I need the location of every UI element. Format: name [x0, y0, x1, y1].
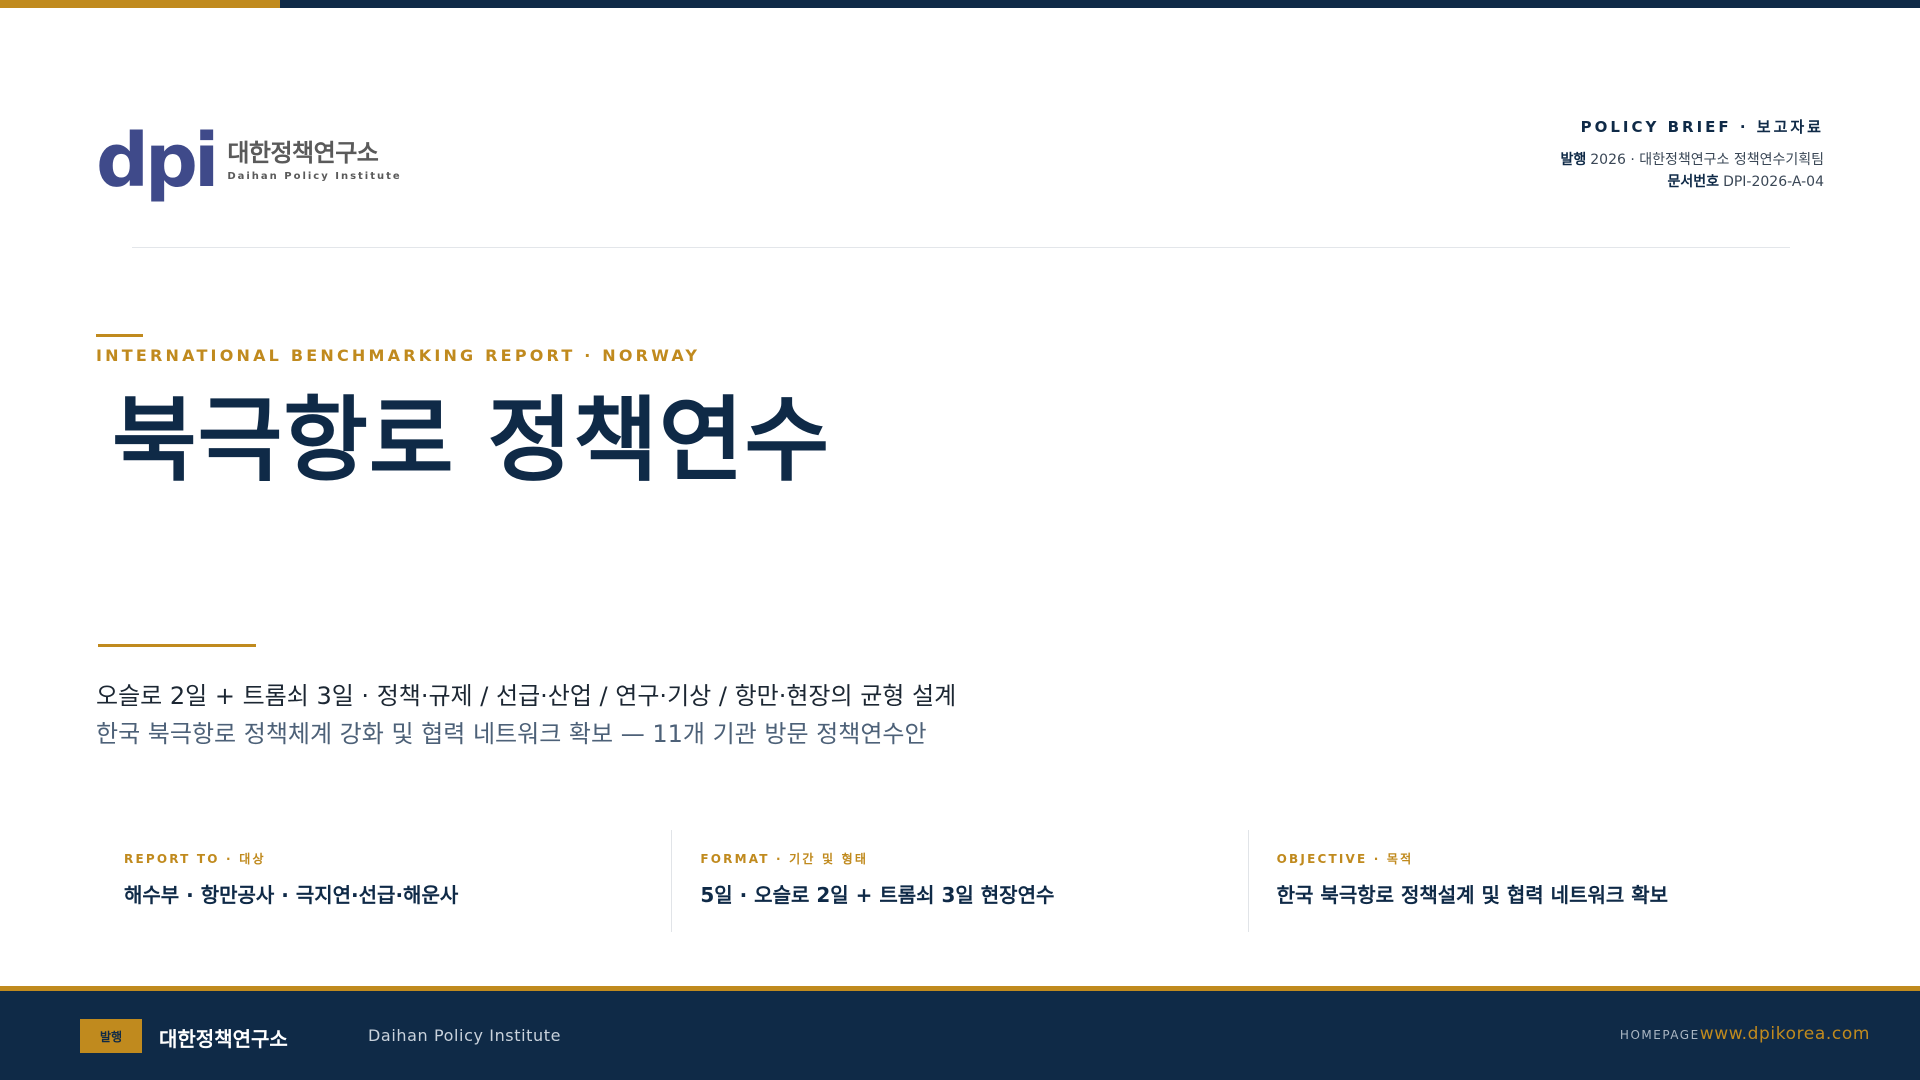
- summary-cards: REPORT TO · 대상 해수부 · 항만공사 · 극지연·선급·해운사 F…: [96, 830, 1824, 932]
- subtitle-secondary: 한국 북극항로 정책체계 강화 및 협력 네트워크 확보 — 11개 기관 방문…: [96, 720, 927, 748]
- publish-value: 2026 · 대한정책연구소 정책연수기획팀: [1590, 152, 1824, 168]
- footer-org-en: Daihan Policy Institute: [368, 1026, 562, 1045]
- page-title: 북극항로 정책연수: [112, 387, 831, 494]
- card-objective: OBJECTIVE · 목적 한국 북극항로 정책설계 및 협력 네트워크 확보: [1249, 830, 1824, 932]
- brief-label: POLICY BRIEF · 보고자료: [1580, 118, 1824, 136]
- publish-line: 발행 2026 · 대한정책연구소 정책연수기획팀: [1560, 149, 1824, 171]
- institute-logo: dpi 대한정책연구소 Daihan Policy Institute: [96, 124, 402, 198]
- publish-label: 발행: [1560, 152, 1587, 168]
- footer-homepage: HOMEPAGE www.dpikorea.com: [1620, 1024, 1870, 1044]
- meta-lines: 발행 2026 · 대한정책연구소 정책연수기획팀 문서번호 DPI-2026-A-…: [1560, 149, 1824, 193]
- card-label: OBJECTIVE · 목적: [1276, 852, 1414, 866]
- eyebrow-accent-line: [96, 334, 143, 337]
- homepage-label: HOMEPAGE: [1619, 1028, 1700, 1042]
- footer: 발행 대한정책연구소 Daihan Policy Institute HOMEP…: [0, 986, 1920, 1080]
- footer-org-kr: 대한정책연구소: [159, 1027, 288, 1051]
- header-divider: [132, 247, 1790, 248]
- card-value: 해수부 · 항만공사 · 극지연·선급·해운사: [124, 883, 459, 907]
- subtitle-primary: 오슬로 2일 + 트롬쇠 3일 · 정책·규제 / 선급·산업 / 연구·기상 …: [96, 682, 957, 710]
- header-meta: POLICY BRIEF · 보고자료 발행 2026 · 대한정책연구소 정책연…: [1560, 116, 1824, 193]
- card-label: REPORT TO · 대상: [124, 852, 266, 866]
- homepage-link[interactable]: www.dpikorea.com: [1700, 1024, 1870, 1044]
- card-value: 5일 · 오슬로 2일 + 트롬쇠 3일 현장연수: [700, 883, 1055, 907]
- docno-label: 문서번호: [1667, 174, 1720, 190]
- logo-text: 대한정책연구소 Daihan Policy Institute: [227, 139, 402, 182]
- top-accent-bar: [0, 0, 1920, 8]
- docno-value: DPI-2026-A-04: [1723, 174, 1824, 190]
- publisher-badge: 발행: [80, 1019, 142, 1053]
- card-label: FORMAT · 기간 및 형태: [700, 852, 869, 866]
- docno-line: 문서번호 DPI-2026-A-04: [1560, 171, 1824, 193]
- logo-name-kr: 대한정책연구소: [227, 139, 379, 168]
- card-value: 한국 북극항로 정책설계 및 협력 네트워크 확보: [1276, 883, 1669, 907]
- card-report-to: REPORT TO · 대상 해수부 · 항만공사 · 극지연·선급·해운사: [96, 830, 673, 932]
- logo-name-en: Daihan Policy Institute: [227, 170, 402, 182]
- card-format: FORMAT · 기간 및 형태 5일 · 오슬로 2일 + 트롬쇠 3일 현장…: [672, 830, 1249, 932]
- logo-mark: dpi: [96, 118, 219, 204]
- subtitle-accent-line: [98, 644, 256, 647]
- top-accent-gold: [0, 0, 280, 8]
- report-eyebrow: INTERNATIONAL BENCHMARKING REPORT · NORW…: [96, 346, 701, 365]
